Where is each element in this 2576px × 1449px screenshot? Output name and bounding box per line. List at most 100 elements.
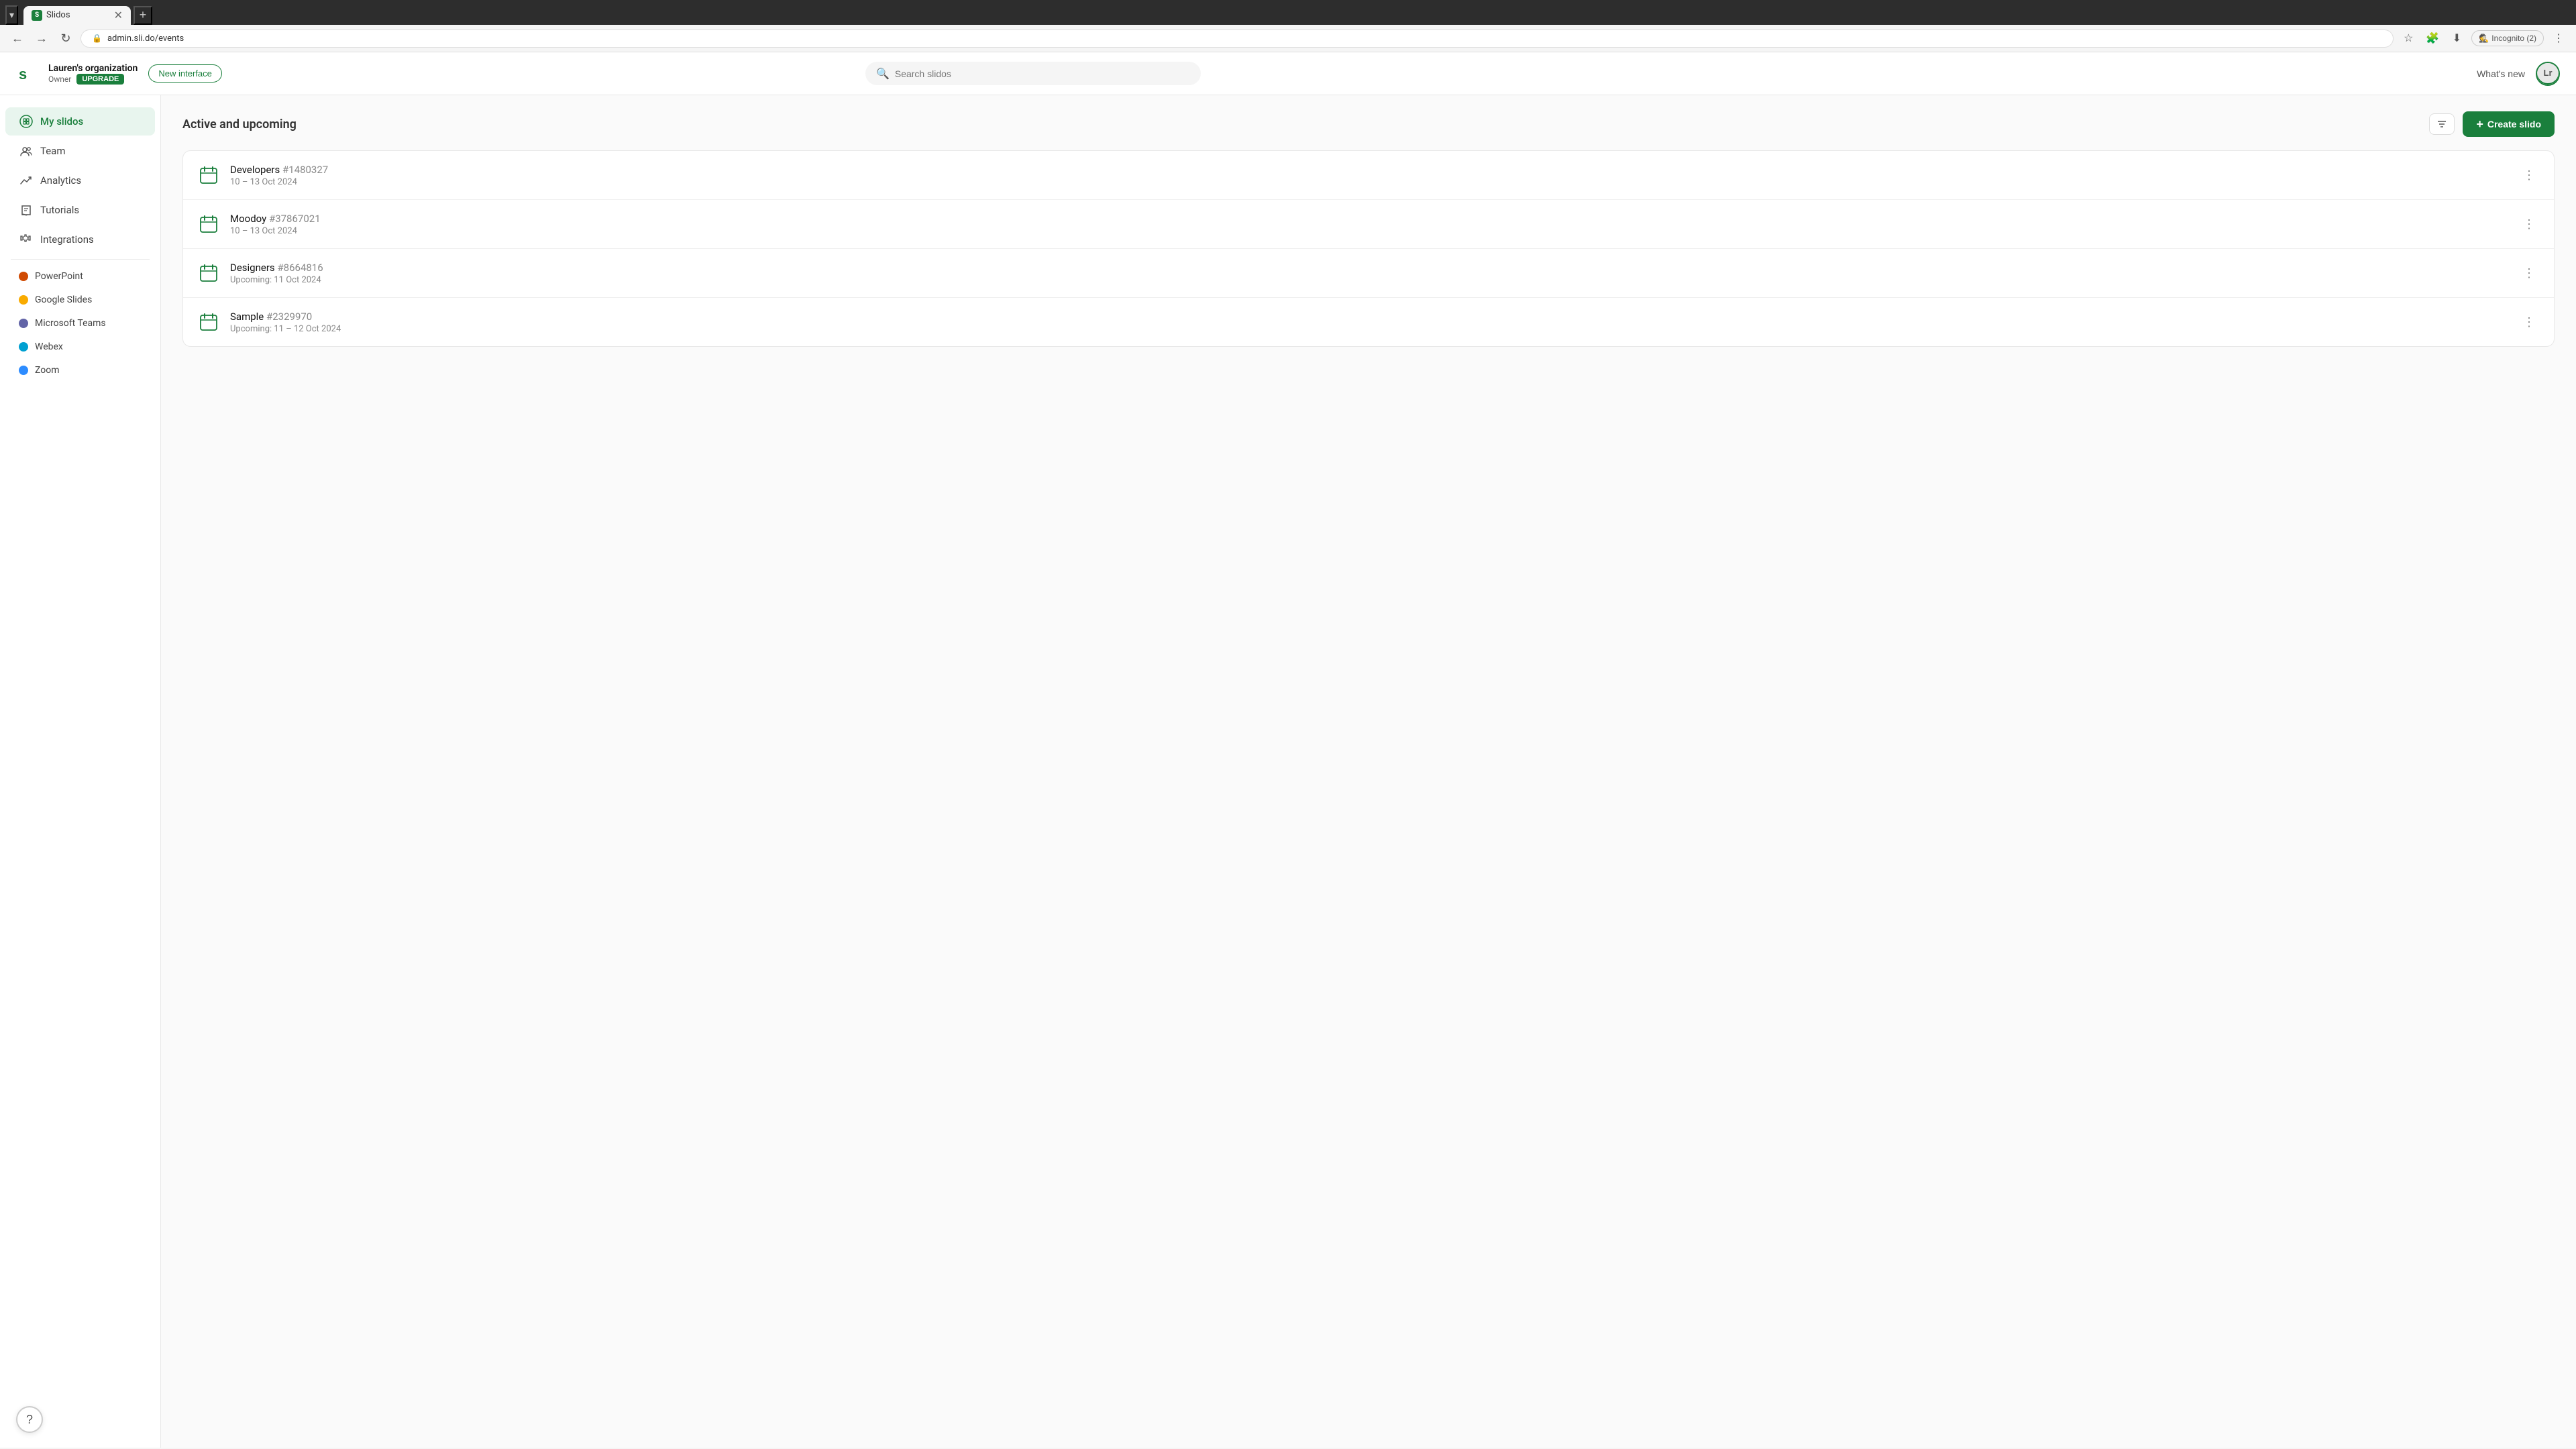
event-name-designers: Designers #8664816	[230, 262, 2508, 274]
app-header: s Lauren's organization Owner UPGRADE Ne…	[0, 52, 2576, 95]
sidebar-item-tutorials-label: Tutorials	[40, 204, 79, 216]
upcoming-label-designers: Upcoming:	[230, 275, 274, 285]
event-more-button-moodoy[interactable]: ⋮	[2518, 215, 2540, 234]
event-item-designers[interactable]: Designers #8664816 Upcoming: 11 Oct 2024…	[183, 249, 2554, 298]
integration-item-webex[interactable]: Webex	[5, 335, 155, 358]
webex-dot	[19, 342, 28, 352]
puzzle-icon	[19, 232, 34, 247]
refresh-button[interactable]: ↻	[56, 29, 75, 48]
user-avatar[interactable]: Lr	[2536, 62, 2560, 86]
grid-icon	[19, 114, 34, 129]
download-button[interactable]: ⬇	[2447, 29, 2466, 48]
sidebar-item-tutorials[interactable]: Tutorials	[5, 196, 155, 224]
help-button[interactable]: ?	[16, 1406, 43, 1433]
integration-item-powerpoint[interactable]: PowerPoint	[5, 265, 155, 288]
nav-divider	[11, 259, 150, 260]
avatar-initials: Lr	[2536, 62, 2560, 86]
integration-microsoft-teams-label: Microsoft Teams	[35, 318, 106, 329]
sidebar-item-team[interactable]: Team	[5, 137, 155, 165]
event-title-designers: Designers	[230, 262, 275, 274]
event-info-developers: Developers #1480327 10 – 13 Oct 2024	[230, 164, 2508, 187]
create-slido-button[interactable]: + Create slido	[2463, 111, 2555, 137]
upcoming-label-sample: Upcoming:	[230, 324, 274, 334]
event-id-designers: #8664816	[277, 262, 323, 274]
event-id-developers: #1480327	[282, 164, 328, 176]
browser-toolbar: ← → ↻ 🔒 admin.sli.do/events ☆ 🧩 ⬇ 🕵 Inco…	[0, 25, 2576, 52]
event-item-moodoy[interactable]: Moodoy #37867021 10 – 13 Oct 2024 ⋮	[183, 200, 2554, 249]
event-title-developers: Developers	[230, 164, 280, 176]
browser-tab-active[interactable]: S Slidos ✕	[23, 6, 131, 25]
tab-favicon: S	[32, 10, 42, 21]
integration-item-zoom[interactable]: Zoom	[5, 359, 155, 382]
search-input-wrap: 🔍	[865, 62, 1201, 85]
event-name-sample: Sample #2329970	[230, 311, 2508, 323]
book-icon	[19, 203, 34, 217]
sidebar-item-integrations[interactable]: Integrations	[5, 225, 155, 254]
tab-label: Slidos	[46, 10, 70, 20]
sidebar-item-integrations-label: Integrations	[40, 233, 94, 246]
header-right: What's new Lr	[2477, 62, 2560, 86]
calendar-icon-developers	[197, 163, 221, 187]
integration-google-slides-label: Google Slides	[35, 294, 92, 305]
section-title: Active and upcoming	[182, 117, 297, 131]
new-tab-button[interactable]: +	[133, 6, 152, 25]
slido-logo: s	[16, 60, 43, 87]
logo-area: s Lauren's organization Owner UPGRADE	[16, 60, 138, 87]
forward-button[interactable]: →	[32, 29, 51, 48]
sidebar-item-analytics[interactable]: Analytics	[5, 166, 155, 195]
back-button[interactable]: ←	[8, 29, 27, 48]
integration-webex-label: Webex	[35, 341, 63, 352]
event-more-button-sample[interactable]: ⋮	[2518, 313, 2540, 332]
app-wrapper: s Lauren's organization Owner UPGRADE Ne…	[0, 52, 2576, 1448]
address-bar[interactable]: 🔒 admin.sli.do/events	[80, 30, 2394, 48]
section-header: Active and upcoming + Create slido	[182, 111, 2555, 137]
event-more-button-designers[interactable]: ⋮	[2518, 264, 2540, 283]
svg-text:Lr: Lr	[2543, 68, 2552, 78]
google-slides-dot	[19, 295, 28, 305]
bookmark-button[interactable]: ☆	[2399, 29, 2418, 48]
event-date-developers: 10 – 13 Oct 2024	[230, 177, 2508, 187]
whats-new-button[interactable]: What's new	[2477, 68, 2525, 79]
event-item-sample[interactable]: Sample #2329970 Upcoming: 11 – 12 Oct 20…	[183, 298, 2554, 346]
sidebar-item-my-slidos[interactable]: My slidos	[5, 107, 155, 136]
zoom-dot	[19, 366, 28, 375]
help-button-wrap: ?	[16, 1406, 43, 1433]
org-info: Lauren's organization Owner UPGRADE	[48, 63, 138, 85]
content-area: Active and upcoming + Create slido	[161, 95, 2576, 1448]
search-input[interactable]	[895, 68, 1190, 79]
event-item-developers[interactable]: Developers #1480327 10 – 13 Oct 2024 ⋮	[183, 151, 2554, 200]
menu-button[interactable]: ⋮	[2549, 29, 2568, 48]
filter-icon	[2436, 119, 2447, 129]
toolbar-right: ☆ 🧩 ⬇ 🕵 Incognito (2) ⋮	[2399, 29, 2568, 48]
event-info-moodoy: Moodoy #37867021 10 – 13 Oct 2024	[230, 213, 2508, 236]
event-more-button-developers[interactable]: ⋮	[2518, 166, 2540, 185]
browser-chrome: ▾ S Slidos ✕ + ← → ↻ 🔒 admin.sli.do/even…	[0, 0, 2576, 52]
incognito-label: Incognito (2)	[2491, 34, 2536, 43]
incognito-button[interactable]: 🕵 Incognito (2)	[2471, 30, 2544, 46]
tab-close-button[interactable]: ✕	[114, 10, 123, 21]
browser-tabs: ▾ S Slidos ✕ +	[0, 0, 2576, 25]
tab-list-button[interactable]: ▾	[5, 5, 18, 25]
upgrade-button[interactable]: UPGRADE	[76, 74, 124, 85]
filter-button[interactable]	[2429, 113, 2455, 135]
integration-item-microsoft-teams[interactable]: Microsoft Teams	[5, 312, 155, 335]
event-id-moodoy: #37867021	[269, 213, 321, 225]
header-search: 🔍	[865, 62, 1201, 85]
slido-logo-icon: s	[16, 60, 43, 87]
org-name: Lauren's organization	[48, 63, 138, 74]
event-name-moodoy: Moodoy #37867021	[230, 213, 2508, 225]
lock-icon: 🔒	[92, 34, 102, 43]
extensions-button[interactable]: 🧩	[2423, 29, 2442, 48]
search-icon: 🔍	[876, 67, 890, 80]
integration-powerpoint-label: PowerPoint	[35, 271, 83, 282]
integration-item-google-slides[interactable]: Google Slides	[5, 288, 155, 311]
trending-up-icon	[19, 173, 34, 188]
svg-text:s: s	[19, 66, 27, 83]
event-title-moodoy: Moodoy	[230, 213, 266, 225]
sidebar-item-analytics-label: Analytics	[40, 174, 81, 186]
new-interface-button[interactable]: New interface	[148, 64, 221, 83]
calendar-icon-designers	[197, 261, 221, 285]
create-label: Create slido	[2487, 119, 2541, 129]
event-info-designers: Designers #8664816 Upcoming: 11 Oct 2024	[230, 262, 2508, 285]
event-id-sample: #2329970	[266, 311, 312, 323]
